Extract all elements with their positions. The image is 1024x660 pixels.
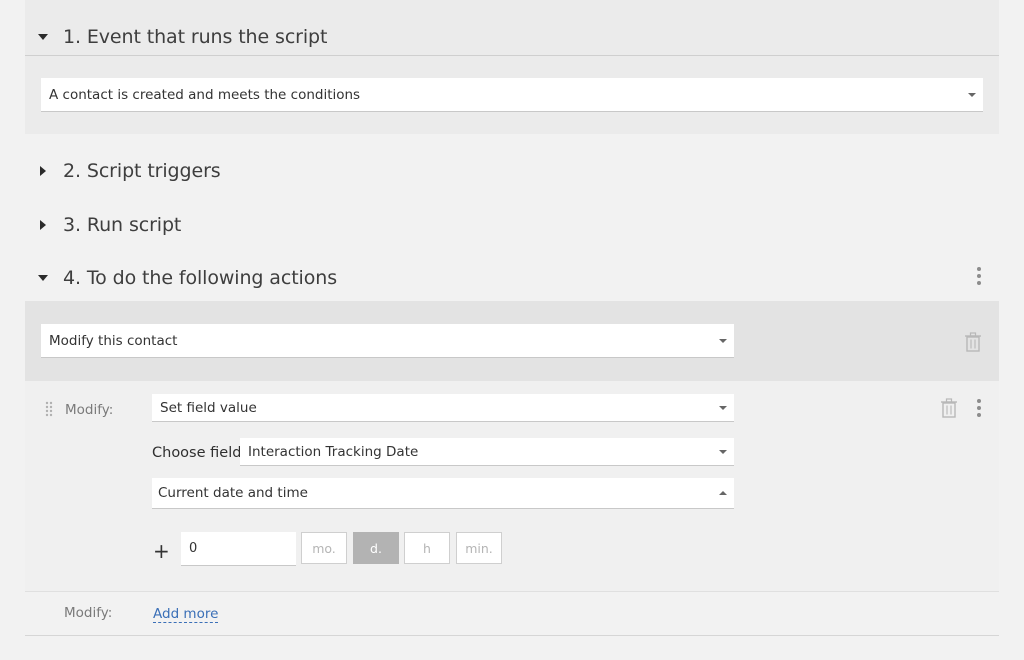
unit-days-button[interactable]: d.: [353, 532, 399, 564]
chevron-down-icon: [719, 405, 727, 410]
delete-action-icon[interactable]: [964, 332, 982, 352]
add-more-link[interactable]: Add more: [153, 606, 219, 623]
section-4-header[interactable]: 4. To do the following actions: [25, 258, 999, 298]
section-3-title: 3. Run script: [63, 214, 182, 236]
choose-field-label: Choose field:: [152, 445, 247, 461]
section-3-header[interactable]: 3. Run script: [25, 205, 999, 245]
section-1-title: 1. Event that runs the script: [63, 26, 328, 48]
chevron-up-icon: [719, 491, 727, 495]
expand-triangle-icon: [38, 34, 48, 40]
value-source-select[interactable]: Current date and time: [152, 478, 734, 509]
section-2-title: 2. Script triggers: [63, 160, 221, 182]
delete-modify-icon[interactable]: [940, 398, 958, 418]
offset-amount-input[interactable]: [181, 532, 296, 566]
event-select-value: A contact is created and meets the condi…: [49, 86, 361, 103]
collapse-triangle-icon: [40, 166, 46, 176]
modify-label: Modify:: [65, 402, 114, 418]
field-select-value: Interaction Tracking Date: [248, 443, 419, 460]
plus-sign: +: [153, 539, 170, 563]
action-select-value: Modify this contact: [49, 332, 178, 349]
drag-handle-icon[interactable]: [45, 401, 53, 417]
value-source-value: Current date and time: [158, 485, 308, 501]
event-select[interactable]: A contact is created and meets the condi…: [41, 78, 983, 112]
unit-months-button[interactable]: mo.: [301, 532, 347, 564]
section-1-header[interactable]: 1. Event that runs the script: [25, 17, 999, 57]
operation-select[interactable]: Set field value: [152, 394, 734, 422]
collapse-triangle-icon: [40, 220, 46, 230]
chevron-down-icon: [719, 449, 727, 454]
section-2-header[interactable]: 2. Script triggers: [25, 151, 999, 191]
footer-modify-label: Modify:: [64, 605, 113, 621]
chevron-down-icon: [719, 338, 727, 343]
footer-divider-bottom: [25, 635, 999, 636]
action-select[interactable]: Modify this contact: [41, 324, 734, 358]
footer-divider-top: [25, 591, 999, 592]
operation-select-value: Set field value: [160, 399, 257, 416]
unit-minutes-button[interactable]: min.: [456, 532, 502, 564]
expand-triangle-icon: [38, 275, 48, 281]
unit-hours-button[interactable]: h: [404, 532, 450, 564]
field-select[interactable]: Interaction Tracking Date: [240, 438, 734, 466]
section-4-menu-icon[interactable]: [976, 267, 982, 285]
chevron-down-icon: [968, 92, 976, 97]
modify-menu-icon[interactable]: [976, 399, 982, 417]
section-1-divider: [25, 55, 999, 56]
section-4-title: 4. To do the following actions: [63, 267, 337, 289]
